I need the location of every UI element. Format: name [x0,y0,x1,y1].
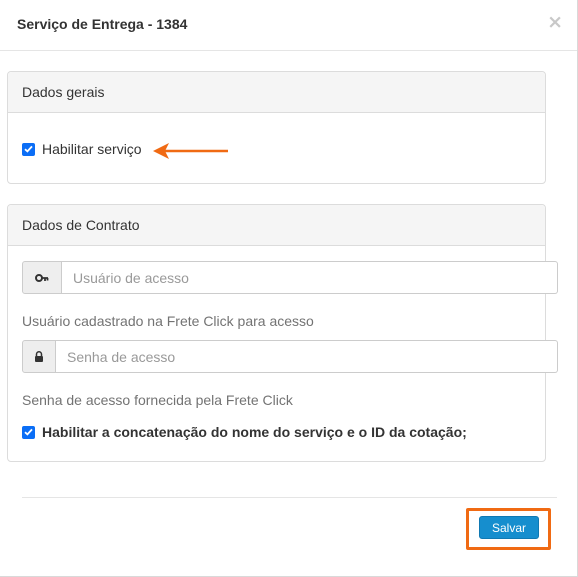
user-input[interactable] [62,261,558,294]
enable-service-checkbox[interactable] [22,142,35,156]
annotation-arrow [153,143,228,159]
user-help-text: Usuário cadastrado na Frete Click para a… [22,313,314,329]
password-help-text: Senha de acesso fornecida pela Frete Cli… [22,392,293,408]
close-button[interactable]: × [547,13,563,32]
footer-divider [22,497,557,498]
concat-option-checkbox[interactable] [22,425,35,439]
key-icon [22,261,62,294]
concat-option-label: Habilitar a concatenação do nome do serv… [42,424,467,440]
password-input[interactable] [56,340,558,373]
general-data-heading: Dados gerais [8,72,545,113]
concat-option-row[interactable]: Habilitar a concatenação do nome do serv… [22,424,467,440]
modal-header: Serviço de Entrega - 1384 × [0,0,577,51]
password-input-group [22,340,558,373]
lock-icon [22,340,56,373]
enable-service-row[interactable]: Habilitar serviço [22,141,142,157]
delivery-service-modal: Serviço de Entrega - 1384 × Dados gerais… [0,0,578,577]
contract-data-heading: Dados de Contrato [8,205,545,246]
general-data-panel: Dados gerais [7,71,546,184]
modal-title: Serviço de Entrega - 1384 [17,16,188,32]
enable-service-label: Habilitar serviço [42,141,142,157]
user-input-group [22,261,558,294]
save-button[interactable]: Salvar [479,516,539,539]
